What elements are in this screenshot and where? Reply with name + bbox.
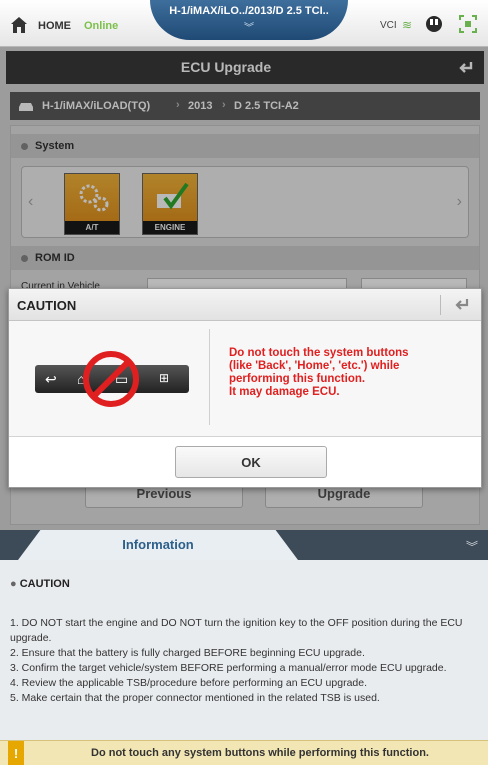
information-section-title-text: CAUTION (19, 578, 70, 590)
warning-bar: ! Do not touch any system buttons while … (0, 740, 488, 765)
caution-message-line: (like 'Back', 'Home', 'etc.') while (229, 360, 400, 372)
dialog-title: CAUTION (17, 298, 77, 313)
caution-message: Do not touch the system buttons (like 'B… (229, 347, 469, 399)
list-item: 3. Confirm the target vehicle/system BEF… (10, 662, 447, 674)
warning-icon: ! (8, 741, 24, 765)
prohibited-icon (83, 351, 139, 407)
dialog-body-divider (209, 329, 210, 425)
information-section-title: ● CAUTION (10, 578, 70, 590)
bullet-icon: ● (10, 578, 20, 590)
online-status: Online (84, 20, 119, 32)
dialog-divider (440, 295, 441, 315)
vehicle-path-tab[interactable]: H-1/iMAX/iLO../2013/D 2.5 TCI.. ︾ (150, 0, 348, 40)
caution-message-line: Do not touch the system buttons (229, 347, 409, 359)
tab-information[interactable]: Information (18, 530, 298, 560)
dialog-back-icon[interactable] (453, 296, 471, 314)
caution-message-line: performing this function. (229, 373, 366, 385)
vci-label: VCI (380, 20, 397, 31)
status-bar: HOME Online H-1/iMAX/iLO../2013/D 2.5 TC… (0, 0, 488, 47)
back-glyph-icon: ↩ (45, 371, 57, 387)
home-label[interactable]: HOME (38, 20, 71, 32)
home-icon[interactable] (10, 16, 28, 34)
collapse-icon[interactable]: ︾ (466, 538, 478, 555)
warning-text: Do not touch any system buttons while pe… (91, 747, 429, 759)
list-item: 2. Ensure that the battery is fully char… (10, 647, 365, 659)
caution-dialog: CAUTION ↩ ⌂ ▭ ⊞ Do not touch the system … (8, 288, 482, 488)
information-panel: ● CAUTION 1. DO NOT start the engine and… (0, 560, 488, 740)
vehicle-path-text: H-1/iMAX/iLO../2013/D 2.5 TCI.. (169, 5, 329, 17)
information-bar: Information ︾ (0, 530, 488, 560)
ok-button[interactable]: OK (175, 446, 327, 478)
dialog-body: ↩ ⌂ ▭ ⊞ Do not touch the system buttons … (9, 321, 481, 437)
tab-information-label: Information (122, 537, 194, 552)
chevron-down-icon[interactable]: ︾ (150, 19, 348, 34)
list-item: 4. Review the applicable TSB/procedure b… (10, 677, 368, 689)
capture-glyph-icon: ⊞ (159, 371, 170, 385)
list-item: 1. DO NOT start the engine and DO NOT tu… (10, 617, 463, 644)
wifi-icon: ≋ (402, 18, 413, 32)
list-item: 5. Make certain that the proper connecto… (10, 692, 380, 704)
plug-icon[interactable] (424, 14, 444, 34)
information-list: 1. DO NOT start the engine and DO NOT tu… (10, 616, 480, 706)
caution-message-line: It may damage ECU. (229, 386, 340, 398)
dialog-header: CAUTION (9, 289, 481, 321)
scan-icon[interactable] (458, 14, 478, 34)
